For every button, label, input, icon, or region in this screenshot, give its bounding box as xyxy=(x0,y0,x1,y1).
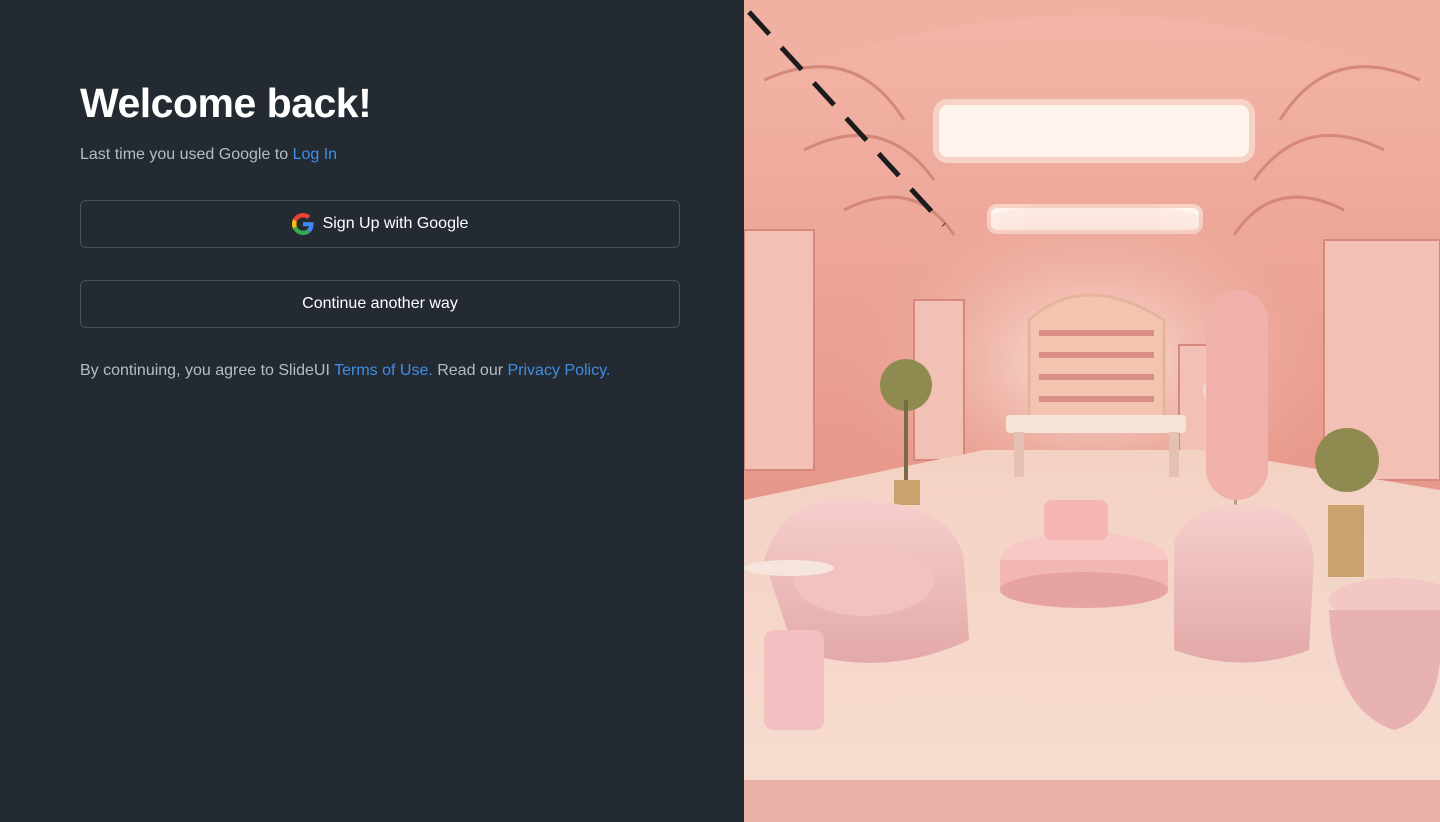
pink-boutique-illustration xyxy=(744,0,1440,822)
continue-another-way-button[interactable]: Continue another way xyxy=(80,280,680,328)
hero-image xyxy=(744,0,1440,822)
sign-up-google-label: Sign Up with Google xyxy=(322,215,469,232)
terms-of-use-link[interactable]: Terms of Use. xyxy=(334,362,433,379)
privacy-policy-link[interactable]: Privacy Policy. xyxy=(508,362,611,379)
terms-notice: By continuing, you agree to SlideUI Term… xyxy=(80,362,610,380)
continue-another-way-label: Continue another way xyxy=(302,295,458,312)
terms-middle: Read our xyxy=(432,362,508,379)
last-used-text: Last time you used Google to xyxy=(80,146,293,163)
page-title: Welcome back! xyxy=(80,80,372,126)
terms-prefix: By continuing, you agree to SlideUI xyxy=(80,362,335,379)
last-used-hint: Last time you used Google to Log In xyxy=(80,146,337,164)
login-panel: Welcome back! Last time you used Google … xyxy=(0,0,744,822)
login-page: Welcome back! Last time you used Google … xyxy=(0,0,1440,822)
google-icon xyxy=(291,213,314,235)
log-in-link[interactable]: Log In xyxy=(293,146,337,163)
sign-up-google-button[interactable]: Sign Up with Google xyxy=(80,200,680,248)
